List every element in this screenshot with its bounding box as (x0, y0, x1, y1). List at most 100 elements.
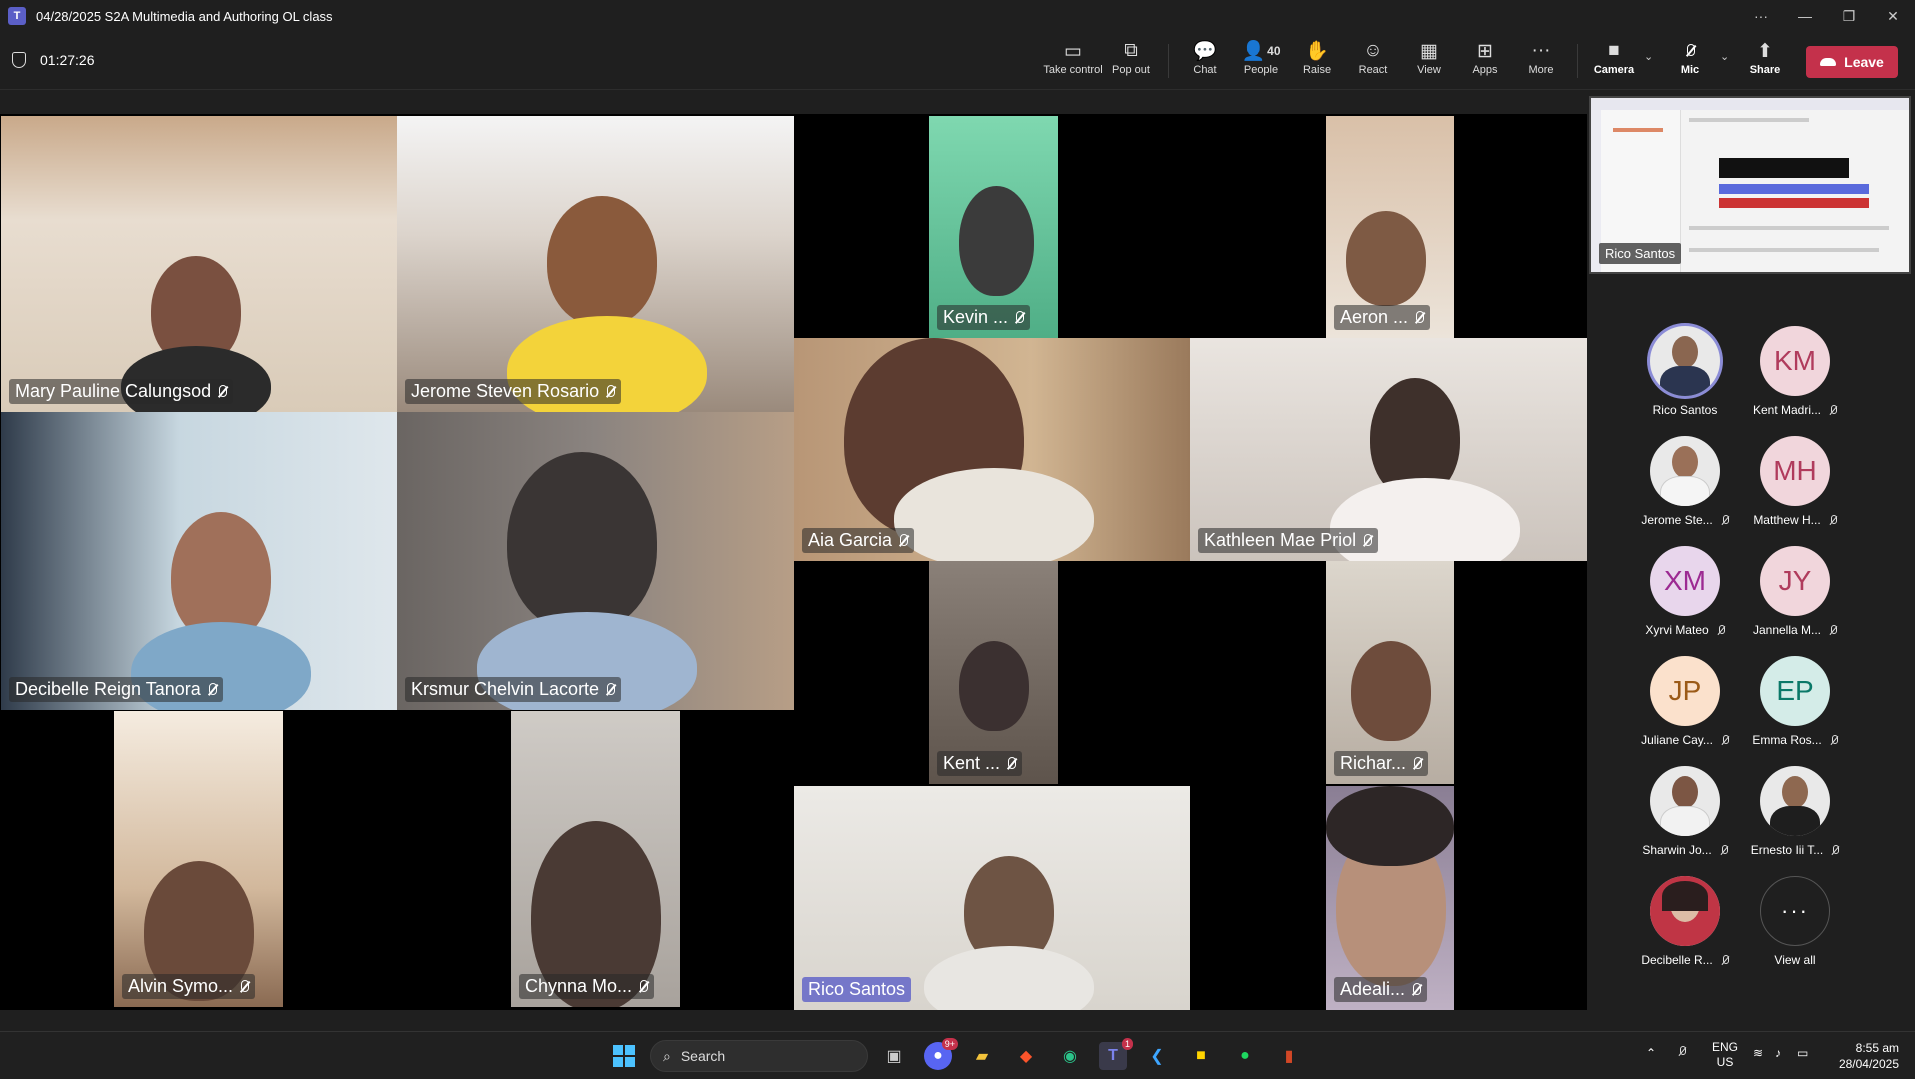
mic-muted-tray-icon[interactable] (1678, 1046, 1686, 1061)
video-tile[interactable]: Kent ... (929, 561, 1058, 784)
video-tile[interactable]: Richar... (1326, 561, 1454, 784)
more-options-icon[interactable]: ··· (1739, 0, 1783, 32)
discord-icon[interactable]: ● 9+ (924, 1038, 958, 1070)
video-tile[interactable]: Chynna Mo... (511, 711, 680, 1007)
share-button[interactable]: ⬆ Share (1737, 38, 1793, 84)
react-button[interactable]: ☺ React (1345, 38, 1401, 84)
mic-off-icon (1721, 514, 1729, 526)
powerpoint-icon[interactable]: ▮ (1275, 1042, 1303, 1070)
roster-item[interactable]: JP Juliane Cay... (1625, 656, 1745, 766)
mic-off-icon (1721, 954, 1729, 966)
roster-item[interactable]: Jerome Ste... (1625, 436, 1745, 546)
avatar: JY (1760, 546, 1830, 616)
battery-icon[interactable]: ▭ (1797, 1046, 1808, 1061)
roster-item[interactable]: Decibelle R... (1625, 876, 1745, 986)
show-hidden-icons-chevron-icon[interactable]: ⌃ (1646, 1046, 1656, 1061)
mic-off-icon (1829, 624, 1838, 636)
pop-out-icon: ⧉ (1124, 40, 1138, 61)
camera-options-chevron-icon[interactable]: ⌄ (1644, 50, 1653, 63)
minimize-button[interactable]: — (1783, 0, 1827, 32)
mic-off-icon (605, 682, 616, 697)
volume-icon[interactable]: ♪ (1775, 1046, 1781, 1061)
video-tile[interactable]: Jerome Steven Rosario (397, 116, 794, 412)
roster-item[interactable]: MH Matthew H... (1735, 436, 1855, 546)
language-indicator[interactable]: ENG US (1712, 1040, 1738, 1070)
search-icon: ⌕ (663, 1047, 671, 1064)
view-all-button[interactable]: ··· View all (1735, 876, 1855, 986)
roster-item[interactable]: KM Kent Madri... (1735, 326, 1855, 436)
video-tile[interactable]: Kevin ... (929, 116, 1058, 338)
participant-name: Rico Santos (802, 977, 912, 1002)
avatar: EP (1760, 656, 1830, 726)
brave-browser-icon[interactable]: ◆ (1012, 1042, 1040, 1070)
mic-off-icon (1362, 533, 1373, 548)
pop-out-button[interactable]: ⧉ Pop out (1103, 38, 1159, 84)
video-tile[interactable]: Aeron ... (1326, 116, 1454, 338)
participant-name: Richar... (1334, 751, 1429, 776)
view-button[interactable]: ▦ View (1401, 38, 1457, 84)
shield-icon (12, 52, 26, 68)
roster-item[interactable]: JY Jannella M... (1735, 546, 1855, 656)
chat-button[interactable]: 💬 Chat (1177, 38, 1233, 84)
roster-item[interactable]: Sharwin Jo... (1625, 766, 1745, 876)
avatar: JP (1650, 656, 1720, 726)
taskbar-search[interactable]: ⌕ Search (650, 1040, 868, 1072)
mic-off-icon (1829, 514, 1837, 526)
mic-off-icon (239, 979, 250, 994)
raise-hand-button[interactable]: ✋ Raise (1289, 38, 1345, 84)
avatar: XM (1650, 546, 1720, 616)
mic-options-chevron-icon[interactable]: ⌄ (1720, 50, 1729, 63)
ellipsis-icon: ··· (1760, 876, 1830, 946)
emoji-icon: ☺ (1363, 40, 1383, 61)
roster-item[interactable]: XM Xyrvi Mateo (1625, 546, 1745, 656)
video-tile[interactable]: Decibelle Reign Tanora (1, 412, 397, 710)
participant-name: Krsmur Chelvin Lacorte (405, 677, 622, 702)
clock[interactable]: 8:55 am 28/04/2025 (1839, 1040, 1899, 1072)
take-control-button[interactable]: ▭ Take control (1041, 38, 1105, 84)
file-explorer-icon[interactable]: ▰ (968, 1042, 996, 1070)
screen-share-thumbnail[interactable]: Rico Santos (1589, 96, 1911, 274)
task-view-icon[interactable]: ▣ (880, 1042, 908, 1070)
participant-name: Aeron ... (1334, 305, 1431, 330)
roster-item[interactable]: Rico Santos (1625, 326, 1745, 436)
apps-button[interactable]: ⊞ Apps (1457, 38, 1513, 84)
more-button[interactable]: ··· More (1513, 38, 1569, 84)
participant-name: Mary Pauline Calungsod (9, 379, 234, 404)
video-tile[interactable]: Alvin Symo... (114, 711, 283, 1007)
vscode-icon[interactable]: ❮ (1143, 1042, 1171, 1070)
roster-item[interactable]: EP Emma Ros... (1735, 656, 1855, 766)
mic-button[interactable]: Mic (1662, 38, 1718, 84)
start-button[interactable] (610, 1042, 638, 1070)
mic-off-icon (1831, 844, 1840, 856)
spotify-icon[interactable]: ● (1231, 1042, 1259, 1070)
grid-icon: ▦ (1420, 40, 1438, 62)
people-button[interactable]: 👤 40 People (1233, 38, 1289, 84)
roster-item[interactable]: Ernesto Iii T... (1735, 766, 1855, 876)
mic-off-icon (1721, 734, 1729, 746)
participant-name: Kathleen Mae Priol (1198, 528, 1379, 553)
mic-off-icon (1830, 734, 1838, 746)
mic-off-icon (1414, 310, 1425, 325)
meeting-toolbar: 01:27:26 ▭ Take control ⧉ Pop out 💬 Chat… (0, 32, 1915, 90)
video-tile[interactable]: Aia Garcia (794, 338, 1190, 561)
ellipsis-icon: ··· (1531, 40, 1551, 61)
participant-name: Adeali... (1334, 977, 1428, 1002)
sticky-notes-icon[interactable]: ■ (1187, 1042, 1215, 1070)
video-tile[interactable]: Rico Santos (794, 786, 1190, 1010)
leave-button[interactable]: Leave (1806, 46, 1898, 78)
teams-taskbar-icon[interactable]: T1 (1099, 1038, 1133, 1070)
participant-name: Aia Garcia (802, 528, 915, 553)
mic-off-icon (638, 979, 649, 994)
add-icon: ⊞ (1477, 40, 1493, 62)
video-tile[interactable]: Kathleen Mae Priol (1190, 338, 1587, 561)
wifi-icon[interactable]: ≋ (1753, 1046, 1763, 1061)
video-tile[interactable]: Krsmur Chelvin Lacorte (397, 412, 794, 710)
camera-icon: ■ (1608, 40, 1620, 61)
edge-browser-icon[interactable]: ◉ (1056, 1042, 1084, 1070)
mic-off-icon (898, 533, 909, 548)
camera-button[interactable]: ■ Camera (1586, 38, 1642, 84)
video-tile[interactable]: Mary Pauline Calungsod (1, 116, 397, 412)
restore-button[interactable]: ❐ (1827, 0, 1871, 32)
video-tile[interactable]: Adeali... (1326, 786, 1454, 1010)
close-button[interactable]: ✕ (1871, 0, 1915, 32)
